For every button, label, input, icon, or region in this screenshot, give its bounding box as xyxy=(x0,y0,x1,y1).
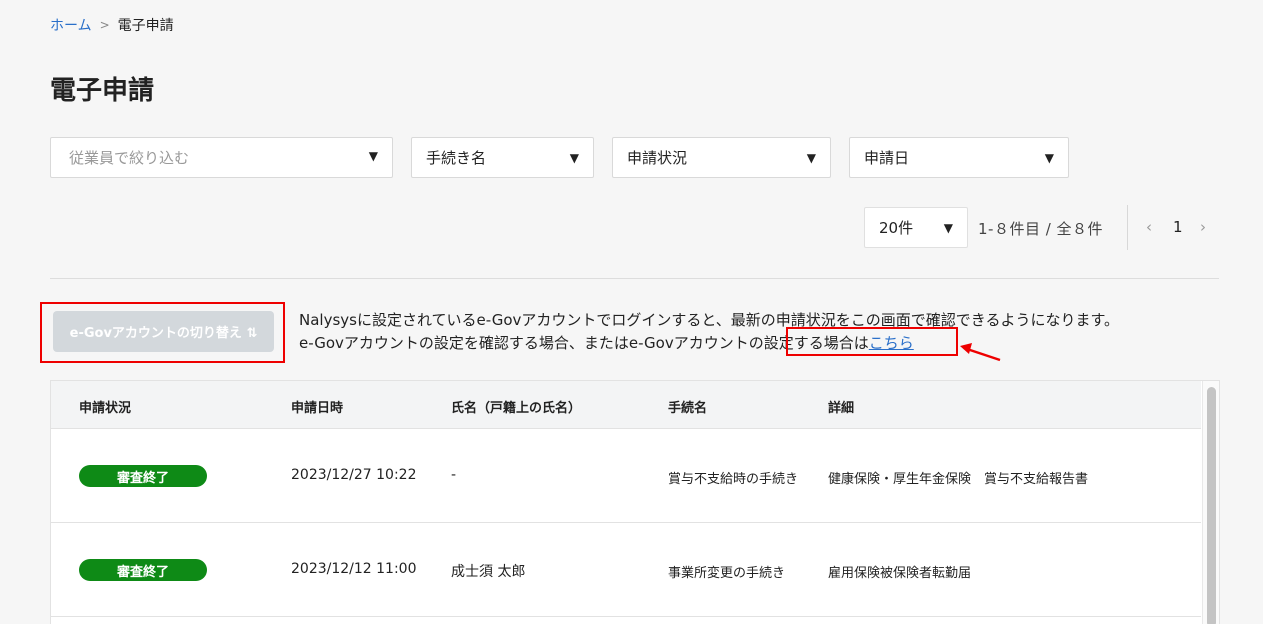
page-title: 電子申請 xyxy=(50,76,155,106)
caret-down-icon: ▼ xyxy=(569,150,579,165)
caret-down-icon: ▼ xyxy=(806,150,816,165)
row-datetime: 2023/12/12 11:00 xyxy=(291,561,417,577)
pagination-divider xyxy=(1127,205,1128,250)
procedure-filter-label: 手続き名 xyxy=(426,149,487,167)
breadcrumb-current: 電子申請 xyxy=(117,18,174,34)
status-filter-label: 申請状況 xyxy=(627,149,688,167)
link-highlight xyxy=(786,327,958,356)
row-name: 成士須 太郎 xyxy=(451,564,526,580)
applications-table: 申請状況 申請日時 氏名（戸籍上の氏名） 手続名 詳細 審査終了 2023/12… xyxy=(50,380,1220,624)
header-name: 氏名（戸籍上の氏名） xyxy=(451,401,582,416)
breadcrumb-separator: > xyxy=(99,18,110,32)
status-badge: 審査終了 xyxy=(79,559,207,581)
chevron-left-icon[interactable]: ‹ xyxy=(1146,218,1152,236)
header-detail: 詳細 xyxy=(828,401,855,416)
table-scrollbar[interactable] xyxy=(1202,381,1219,624)
row-procedure: 賞与不支給時の手続き xyxy=(668,472,799,487)
header-status: 申請状況 xyxy=(79,401,132,416)
caret-down-icon: ▼ xyxy=(1044,150,1054,165)
scrollbar-thumb[interactable] xyxy=(1207,387,1216,624)
status-filter-select[interactable]: 申請状況 ▼ xyxy=(612,137,831,178)
row-name: - xyxy=(451,467,457,483)
row-detail: 健康保険・厚生年金保険 賞与不支給報告書 xyxy=(828,472,1089,487)
row-procedure: 事業所変更の手続き xyxy=(668,566,786,581)
per-page-value: 20件 xyxy=(879,219,914,237)
row-datetime: 2023/12/27 10:22 xyxy=(291,467,417,483)
employee-filter-select[interactable]: 従業員で絞り込む ▼ xyxy=(50,137,393,178)
egov-account-switch-button[interactable]: e-Govアカウントの切り替え ⇅ xyxy=(53,311,274,352)
row-detail: 雇用保険被保険者転勤届 xyxy=(828,566,972,581)
employee-filter-placeholder: 従業員で絞り込む xyxy=(69,149,190,167)
header-procedure: 手続名 xyxy=(668,401,708,416)
per-page-select[interactable]: 20件 ▼ xyxy=(864,207,968,248)
table-header: 申請状況 申請日時 氏名（戸籍上の氏名） 手続名 詳細 xyxy=(51,381,1201,429)
caret-down-icon: ▼ xyxy=(943,220,953,235)
chevron-right-icon[interactable]: › xyxy=(1200,218,1206,236)
annotation-arrow-icon xyxy=(960,343,1001,362)
pagination-current-page[interactable]: 1 xyxy=(1173,218,1183,236)
section-divider xyxy=(50,278,1219,279)
status-badge: 審査終了 xyxy=(79,465,207,487)
header-datetime: 申請日時 xyxy=(291,401,344,416)
egov-notice-line1: Nalysysに設定されているe-Govアカウントでログインすると、最新の申請状… xyxy=(299,311,1119,329)
caret-down-icon: ▼ xyxy=(368,148,378,163)
table-row[interactable]: 審査終了 2023/12/27 10:22 - 賞与不支給時の手続き 健康保険・… xyxy=(51,429,1201,523)
breadcrumb: ホーム > 電子申請 xyxy=(50,15,174,35)
pagination-range: 1-８件目 / 全８件 xyxy=(978,220,1104,238)
table-row[interactable]: 審査終了 2023/12/12 11:00 成士須 太郎 事業所変更の手続き 雇… xyxy=(51,523,1201,617)
date-filter-select[interactable]: 申請日 ▼ xyxy=(849,137,1069,178)
egov-notice-line2-text: e-Govアカウントの設定を確認する場合、またはe-Govアカウントの設定する場… xyxy=(299,334,869,352)
date-filter-label: 申請日 xyxy=(864,149,910,167)
procedure-filter-select[interactable]: 手続き名 ▼ xyxy=(411,137,594,178)
egov-account-switch-label: e-Govアカウントの切り替え ⇅ xyxy=(69,326,258,341)
breadcrumb-home-link[interactable]: ホーム xyxy=(50,15,92,35)
